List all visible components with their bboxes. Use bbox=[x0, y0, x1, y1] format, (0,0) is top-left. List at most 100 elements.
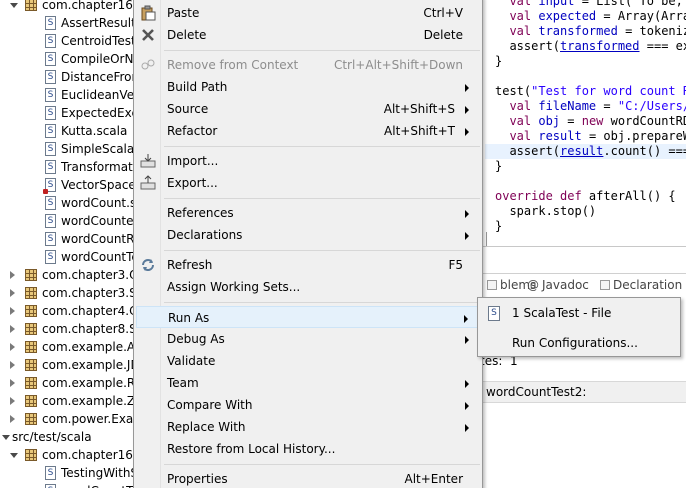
tree-item-label: DistanceFrom bbox=[61, 70, 136, 84]
tree-collapsed-icon[interactable] bbox=[10, 307, 15, 315]
menu-item-declarations[interactable]: Declarations bbox=[136, 224, 481, 246]
run-as-submenu: S 1 ScalaTest - File Run Configurations... bbox=[477, 297, 681, 357]
menu-item-import[interactable]: Import... bbox=[136, 150, 481, 172]
tree-file-row[interactable]: S CentroidTestV bbox=[0, 32, 136, 50]
menu-item-refresh[interactable]: Refresh F5 bbox=[136, 254, 481, 276]
tab-declaration[interactable]: Declaration bbox=[600, 277, 682, 293]
tree-package-row[interactable]: com.chapter8.Sp bbox=[0, 320, 136, 338]
package-icon bbox=[25, 287, 37, 299]
menu-item-export[interactable]: Export... bbox=[136, 172, 481, 194]
menu-item-remove-from-context[interactable]: Remove from Context Ctrl+Alt+Shift+Down bbox=[136, 54, 481, 76]
tree-package-row[interactable]: com.chapter16.S bbox=[0, 0, 136, 14]
menu-item-debug-as[interactable]: Debug As bbox=[136, 328, 481, 350]
menu-separator bbox=[164, 302, 480, 303]
tree-package-row[interactable]: com.example.Zec bbox=[0, 392, 136, 410]
submenu-arrow-icon bbox=[464, 315, 468, 323]
tree-source-folder-row[interactable]: src/test/scala bbox=[0, 428, 136, 446]
paste-icon bbox=[140, 5, 156, 21]
tree-package-row[interactable]: com.chapter16.S bbox=[0, 446, 136, 464]
tree-item-label: com.example.Zec bbox=[42, 394, 136, 408]
menu-item-properties[interactable]: Properties Alt+Enter bbox=[136, 468, 481, 488]
tree-collapsed-icon[interactable] bbox=[10, 397, 15, 405]
menu-item-build-path[interactable]: Build Path bbox=[136, 76, 481, 98]
tree-collapsed-icon[interactable] bbox=[10, 325, 15, 333]
scala-file-icon: S bbox=[45, 484, 56, 488]
submenu-arrow-icon bbox=[465, 128, 469, 136]
package-icon bbox=[25, 341, 37, 353]
tree-package-row[interactable]: com.chapter4.Co bbox=[0, 302, 136, 320]
code-token: = List("To be, bbox=[574, 0, 686, 8]
menu-item-refactor[interactable]: Refactor Alt+Shift+T bbox=[136, 120, 481, 142]
tree-collapsed-icon[interactable] bbox=[10, 361, 15, 369]
menu-item-team[interactable]: Team bbox=[136, 372, 481, 394]
submenu-item-1-scalatest-file[interactable]: S 1 ScalaTest - File bbox=[480, 302, 678, 326]
tree-collapsed-icon[interactable] bbox=[10, 343, 15, 351]
tree-file-row[interactable]: S SimpleScalaT bbox=[0, 140, 136, 158]
package-icon bbox=[25, 395, 37, 407]
tree-file-row[interactable]: SwordCounter bbox=[0, 212, 136, 230]
package-icon bbox=[25, 305, 37, 317]
menu-item-paste[interactable]: Paste Ctrl+V bbox=[136, 2, 481, 24]
tree-file-row[interactable]: S Transformatio bbox=[0, 158, 136, 176]
tree-file-row[interactable]: S ExpectedExce bbox=[0, 104, 136, 122]
tree-package-row[interactable]: com.power.Exam bbox=[0, 410, 136, 428]
menu-item-label: Restore from Local History... bbox=[167, 442, 336, 456]
test-result-row[interactable]: wordCountTest2: bbox=[480, 381, 686, 403]
menu-item-references[interactable]: References bbox=[136, 202, 481, 224]
tree-file-row[interactable]: S EuclideanVec bbox=[0, 86, 136, 104]
tree-package-row[interactable]: com.example.An bbox=[0, 338, 136, 356]
delete-icon bbox=[140, 27, 156, 43]
tree-expanded-icon[interactable] bbox=[10, 3, 18, 8]
submenu-arrow-icon bbox=[465, 402, 469, 410]
tree-collapsed-icon[interactable] bbox=[10, 379, 15, 387]
menu-item-label: Remove from Context bbox=[167, 58, 299, 72]
menu-item-shortcut: Ctrl+Alt+Shift+Down bbox=[333, 58, 463, 72]
submenu-item-run-configurations[interactable]: Run Configurations... bbox=[480, 332, 678, 356]
menu-item-restore-from-local-history[interactable]: Restore from Local History... bbox=[136, 438, 481, 460]
javadoc-icon: @ bbox=[527, 278, 539, 292]
code-token: afterAll() { bbox=[588, 189, 676, 203]
code-token: val bbox=[495, 99, 539, 113]
tab-javadoc[interactable]: @ Javadoc bbox=[527, 277, 589, 293]
menu-separator bbox=[164, 250, 480, 251]
tree-file-row[interactable]: S Kutta.scala bbox=[0, 122, 136, 140]
tree-package-row[interactable]: com.example.RD bbox=[0, 374, 136, 392]
code-editor[interactable]: val input = List("To be, val expected = … bbox=[485, 0, 686, 246]
tree-package-row[interactable]: com.example.JDE bbox=[0, 356, 136, 374]
tree-item-label: com.chapter16.S bbox=[42, 0, 136, 12]
tree-file-row[interactable]: SwordCountTe bbox=[0, 248, 136, 266]
tree-file-row[interactable]: S DistanceFrom bbox=[0, 68, 136, 86]
menu-item-replace-with[interactable]: Replace With bbox=[136, 416, 481, 438]
tree-expanded-icon[interactable] bbox=[2, 435, 10, 440]
code-token: } bbox=[495, 54, 503, 68]
menu-item-assign-working-sets[interactable]: Assign Working Sets... bbox=[136, 276, 481, 298]
code-token: override def bbox=[495, 189, 589, 203]
tree-file-row[interactable]: SwordCount.sc bbox=[0, 194, 136, 212]
panel-tab-divider bbox=[477, 273, 686, 274]
tree-expanded-icon[interactable] bbox=[10, 453, 18, 458]
tree-file-row[interactable]: S CompileOrNo bbox=[0, 50, 136, 68]
menu-item-delete[interactable]: Delete Delete bbox=[136, 24, 481, 46]
tree-package-row[interactable]: com.chapter3.OC bbox=[0, 266, 136, 284]
code-line: test("Test for word count RD bbox=[495, 84, 686, 99]
tree-collapsed-icon[interactable] bbox=[10, 415, 15, 423]
code-token: = Array(Array bbox=[603, 9, 686, 23]
tree-file-row[interactable]: SwordCountRE bbox=[0, 230, 136, 248]
tree-package-row[interactable]: com.chapter3.Sc bbox=[0, 284, 136, 302]
tree-item-label: wordCounter bbox=[61, 214, 136, 228]
menu-separator bbox=[164, 198, 480, 199]
tree-file-row[interactable]: S AssertResult.s bbox=[0, 14, 136, 32]
menu-item-run-as[interactable]: Run As bbox=[136, 306, 481, 328]
tree-collapsed-icon[interactable] bbox=[10, 289, 15, 297]
menu-item-validate[interactable]: Validate bbox=[136, 350, 481, 372]
menu-item-source[interactable]: Source Alt+Shift+S bbox=[136, 98, 481, 120]
code-token: = obj.prepareWo bbox=[581, 129, 686, 143]
code-line: override def afterAll() { bbox=[495, 189, 676, 204]
menu-item-compare-with[interactable]: Compare With bbox=[136, 394, 481, 416]
tree-file-row[interactable]: SwordCountTe bbox=[0, 482, 136, 488]
scala-file-icon: S bbox=[45, 196, 56, 210]
tree-file-row[interactable]: S VectorSpace.s bbox=[0, 176, 136, 194]
menu-item-label: Declarations bbox=[167, 228, 243, 242]
tree-collapsed-icon[interactable] bbox=[10, 271, 15, 279]
tree-file-row[interactable]: S TestingWithS bbox=[0, 464, 136, 482]
